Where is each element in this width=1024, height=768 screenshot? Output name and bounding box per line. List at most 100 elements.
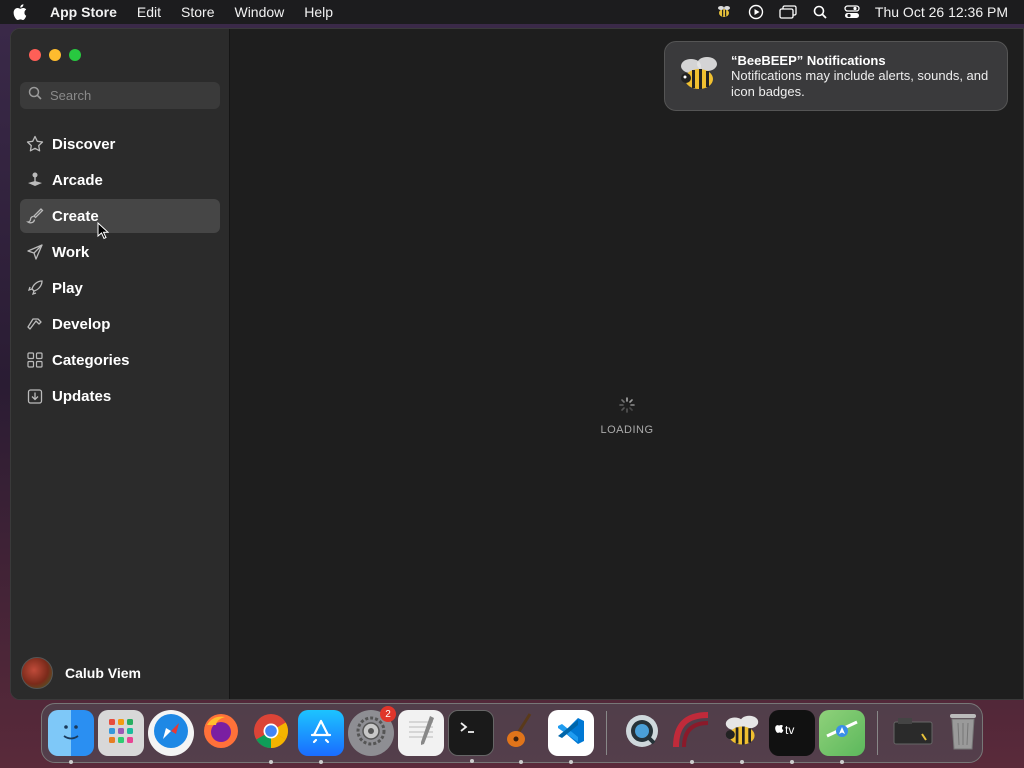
- dock-screenshots-folder[interactable]: [890, 710, 936, 756]
- sidebar-item-categories[interactable]: Categories: [20, 343, 220, 377]
- sidebar-item-arcade[interactable]: Arcade: [20, 163, 220, 197]
- dock-system-settings[interactable]: 2: [348, 706, 396, 756]
- app-store-icon: [306, 716, 336, 751]
- dock-textedit[interactable]: [398, 710, 444, 756]
- sidebar-item-label: Updates: [52, 387, 112, 405]
- dock-maps[interactable]: [819, 710, 865, 764]
- sidebar-item-label: Work: [52, 243, 90, 261]
- mouse-cursor-icon: [97, 221, 110, 245]
- sidebar-item-label: Categories: [52, 351, 130, 369]
- sidebar-nav: Discover Arcade Create Work Play Develop…: [20, 127, 220, 415]
- running-indicator: [840, 760, 844, 764]
- running-indicator: [690, 760, 694, 764]
- dock-chrome[interactable]: [248, 710, 294, 764]
- grid-icon: [26, 351, 44, 369]
- sidebar-item-label: Develop: [52, 315, 111, 333]
- play-circle-icon[interactable]: [747, 4, 765, 20]
- sidebar-item-create[interactable]: Create: [20, 199, 220, 233]
- menu-store[interactable]: Store: [171, 4, 224, 20]
- user-account[interactable]: Calub Viem: [21, 657, 141, 689]
- firefox-icon: [201, 711, 241, 756]
- dock-beebeep[interactable]: [719, 710, 765, 764]
- running-indicator: [740, 760, 744, 764]
- dock-tv[interactable]: tv: [769, 710, 815, 764]
- dock-garageband[interactable]: [498, 710, 544, 764]
- notification-body: Notifications may include alerts, sounds…: [731, 67, 989, 99]
- menu-bar: App Store Edit Store Window Help Thu Oct…: [0, 0, 1024, 24]
- hammer-icon: [26, 315, 44, 333]
- running-indicator: [69, 760, 73, 764]
- notification-title: “BeeBEEP” Notifications: [731, 52, 886, 68]
- running-indicator: [470, 759, 474, 763]
- control-center-icon[interactable]: [843, 4, 861, 20]
- sidebar-item-work[interactable]: Work: [20, 235, 220, 269]
- menu-app-name[interactable]: App Store: [40, 4, 127, 20]
- sidebar-item-play[interactable]: Play: [20, 271, 220, 305]
- spotlight-search-icon[interactable]: [811, 4, 829, 20]
- bee-icon: [722, 713, 762, 754]
- dock-firefox[interactable]: [198, 710, 244, 756]
- terminal-icon: [456, 716, 486, 751]
- dock-app-store[interactable]: [298, 710, 344, 764]
- dock-arc[interactable]: [669, 710, 715, 764]
- paper-plane-icon: [26, 243, 44, 261]
- sidebar-item-label: Discover: [52, 135, 116, 153]
- beebeep-app-icon: [677, 54, 721, 99]
- trash-icon: [947, 711, 979, 756]
- sidebar-item-label: Create: [52, 207, 99, 225]
- menu-clock[interactable]: Thu Oct 26 12:36 PM: [875, 4, 1008, 20]
- menu-edit[interactable]: Edit: [127, 4, 171, 20]
- running-indicator: [569, 760, 573, 764]
- user-name: Calub Viem: [65, 665, 141, 681]
- screen-mirroring-icon[interactable]: [779, 4, 797, 20]
- menu-help[interactable]: Help: [294, 4, 343, 20]
- notification-text: “BeeBEEP” Notifications Notifications ma…: [731, 53, 995, 100]
- spinner-icon: [619, 397, 635, 418]
- running-indicator: [790, 760, 794, 764]
- brush-icon: [26, 207, 44, 225]
- dock-terminal[interactable]: [448, 710, 494, 763]
- apple-menu-icon[interactable]: [0, 4, 40, 20]
- sidebar-item-develop[interactable]: Develop: [20, 307, 220, 341]
- menu-window[interactable]: Window: [224, 4, 294, 20]
- main-content: LOADING: [231, 29, 1023, 699]
- sidebar-item-label: Play: [52, 279, 83, 297]
- running-indicator: [319, 760, 323, 764]
- close-button[interactable]: [29, 49, 41, 61]
- search-input[interactable]: [50, 88, 210, 103]
- safari-icon: [152, 712, 190, 755]
- zoom-button[interactable]: [69, 49, 81, 61]
- notification-badge: 2: [380, 706, 396, 722]
- dock-separator: [606, 711, 607, 755]
- beebeep-status-icon[interactable]: [715, 4, 733, 20]
- star-icon: [26, 135, 44, 153]
- download-icon: [26, 387, 44, 405]
- dock-finder[interactable]: [48, 710, 94, 764]
- dock-trash[interactable]: [940, 710, 986, 756]
- app-store-window: Discover Arcade Create Work: [10, 28, 1024, 700]
- joystick-icon: [26, 171, 44, 189]
- notification-banner[interactable]: “BeeBEEP” Notifications Notifications ma…: [664, 41, 1008, 111]
- chrome-icon: [251, 711, 291, 756]
- dock-safari[interactable]: [148, 710, 194, 756]
- svg-text:tv: tv: [785, 723, 794, 737]
- loading-indicator: LOADING: [231, 397, 1023, 436]
- dock: 2 tv: [41, 703, 986, 764]
- sidebar-item-discover[interactable]: Discover: [20, 127, 220, 161]
- running-indicator: [269, 760, 273, 764]
- sidebar-item-label: Arcade: [52, 171, 103, 189]
- search-icon: [28, 86, 42, 105]
- quicktime-icon: [623, 712, 661, 755]
- dock-vscode[interactable]: [548, 710, 594, 764]
- minimize-button[interactable]: [49, 49, 61, 61]
- search-field[interactable]: [20, 82, 220, 109]
- window-controls: [29, 49, 81, 61]
- dock-separator: [877, 711, 878, 755]
- arc-icon: [672, 711, 712, 756]
- folder-icon: [892, 714, 934, 753]
- avatar[interactable]: [21, 657, 53, 689]
- dock-launchpad[interactable]: [98, 710, 144, 756]
- textedit-icon: [404, 714, 438, 753]
- sidebar-item-updates[interactable]: Updates: [20, 379, 220, 413]
- dock-quicktime[interactable]: [619, 710, 665, 756]
